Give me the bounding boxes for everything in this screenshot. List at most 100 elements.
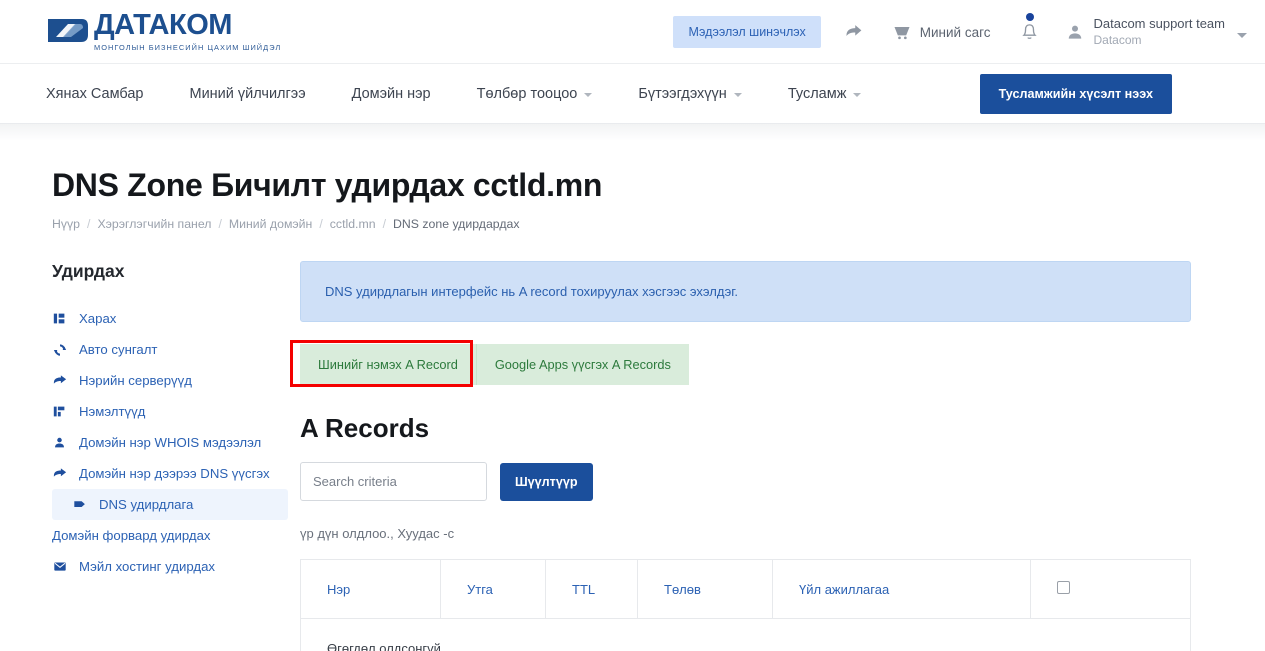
chevron-down-icon — [853, 93, 862, 97]
breadcrumb-item-client-area[interactable]: Хэрэглэгчийн панел — [97, 217, 211, 231]
cart-icon — [894, 27, 910, 40]
nav-label: Домэйн нэр — [351, 85, 431, 102]
refresh-icon — [52, 343, 67, 357]
sidebar-item-addons[interactable]: Нэмэлтүүд — [52, 396, 300, 427]
sidebar-item-nameservers[interactable]: Нэрийн серверүүд — [52, 365, 300, 396]
sidebar-item-label: Домэйн нэр дээрээ DNS үүсгэх — [79, 466, 270, 481]
sidebar-item-domain-forward[interactable]: Домэйн форвард удирдах — [52, 520, 300, 551]
chevron-down-icon — [584, 93, 593, 97]
page-container: DNS Zone Бичилт удирдах cctld.mn Нүүр / … — [0, 167, 1265, 651]
open-support-request-button[interactable]: Тусламжийн хүсэлт нээх — [979, 73, 1172, 114]
nav-item-list: Хянах Самбар Миний үйлчилгээ Домэйн нэр … — [46, 86, 884, 102]
column-header-ttl[interactable]: TTL — [545, 559, 638, 619]
section-title: A Records — [300, 413, 430, 443]
column-header-value[interactable]: Утга — [440, 559, 546, 619]
sidebar-item-dns-management[interactable]: DNS удирдлага — [52, 489, 288, 520]
nav-label: Миний үйлчилгээ — [189, 85, 306, 102]
breadcrumb-item-home[interactable]: Нүүр — [52, 217, 80, 231]
sidebar-item-auto-renew[interactable]: Авто сунгалт — [52, 334, 300, 365]
sidebar-item-label: Домэйн форвард удирдах — [52, 528, 211, 543]
breadcrumb-item-my-domains[interactable]: Миний домэйн — [229, 217, 312, 231]
column-header-select — [1030, 559, 1191, 619]
search-row: Шүүлтүүр — [300, 462, 1191, 501]
breadcrumb-separator: / — [319, 217, 323, 231]
a-records-table: Нэр Утга TTL Төлөв Үйл ажиллагаа Өгөгдөл… — [300, 559, 1191, 651]
brand-logo[interactable]: ДАТАКОМ МОНГОЛЫН БИЗНЕСИЙН ЦАХИМ ШИЙДЭЛ — [46, 11, 281, 52]
sidebar: Удирдах Харах Авто сунгалт Нэрийн сервер… — [0, 261, 300, 651]
sidebar-item-overview[interactable]: Харах — [52, 303, 300, 334]
user-org: Datacom — [1093, 32, 1142, 47]
main-nav: Хянах Самбар Миний үйлчилгээ Домэйн нэр … — [0, 64, 1265, 124]
breadcrumb-item-domain[interactable]: cctld.mn — [330, 217, 376, 231]
breadcrumb-item-current: DNS zone удирдардах — [392, 217, 520, 231]
sidebar-item-label: Нэмэлтүүд — [79, 404, 146, 419]
sidebar-item-whois[interactable]: Домэйн нэр WHOIS мэдээлэл — [52, 427, 300, 458]
sidebar-item-label: Харах — [79, 311, 117, 326]
select-all-checkbox[interactable] — [1057, 581, 1070, 594]
layers-icon — [52, 405, 67, 418]
user-avatar-icon — [1069, 25, 1082, 39]
result-count-note: үр дүн олдлоо., Хуудас -с — [300, 526, 455, 541]
breadcrumb-separator: / — [87, 217, 91, 231]
person-icon — [52, 436, 67, 449]
sidebar-item-label: Авто сунгалт — [79, 342, 158, 357]
a-record-action-buttons: Шинийг нэмэх A Record Google Apps үүсгэх… — [290, 340, 689, 387]
nav-label: Төлбөр тооцоо — [476, 85, 578, 102]
user-name: Datacom support team — [1093, 16, 1225, 32]
empty-message: Өгөгдөл олдсонгүй — [300, 618, 1191, 651]
nav-item-dashboard[interactable]: Хянах Самбар — [46, 86, 166, 102]
search-input[interactable] — [300, 462, 487, 501]
page-header: DNS Zone Бичилт удирдах cctld.mn Нүүр / … — [52, 167, 1265, 231]
sidebar-item-label: Домэйн нэр WHOIS мэдээлэл — [79, 435, 262, 450]
table-empty-row: Өгөгдөл олдсонгүй — [300, 618, 1191, 651]
sidebar-item-label: Нэрийн серверүүд — [79, 373, 192, 388]
nav-item-products[interactable]: Бүтээгдэхүүн — [615, 86, 764, 102]
sidebar-item-label: Мэйл хостинг удирдах — [79, 559, 215, 574]
main-content: DNS удирдлагын интерфейс нь A record тох… — [290, 261, 1265, 651]
refresh-data-button[interactable]: Мэдээлэл шинэчлэх — [673, 16, 821, 48]
flag-icon — [72, 498, 87, 511]
create-google-apps-a-records-button[interactable]: Google Apps үүсгэх A Records — [476, 344, 689, 385]
my-cart-link[interactable]: Миний сагс — [892, 22, 991, 42]
nav-label: Хянах Самбар — [46, 85, 144, 102]
top-bar-actions: Мэдээлэл шинэчлэх Миний сагс Datacom sup… — [673, 0, 1247, 64]
bell-icon — [1022, 24, 1038, 39]
brand-name: ДАТАКОМ — [94, 9, 232, 41]
top-bar: ДАТАКОМ МОНГОЛЫН БИЗНЕСИЙН ЦАХИМ ШИЙДЭЛ … — [0, 0, 1265, 64]
table-header-row: Нэр Утга TTL Төлөв Үйл ажиллагаа — [300, 559, 1191, 619]
info-alert: DNS удирдлагын интерфейс нь A record тох… — [300, 261, 1191, 322]
add-new-a-record-button[interactable]: Шинийг нэмэх A Record — [300, 344, 477, 385]
breadcrumb-separator: / — [218, 217, 222, 231]
chevron-down-icon — [733, 93, 742, 97]
mail-icon — [52, 560, 67, 573]
nav-item-domains[interactable]: Домэйн нэр — [329, 86, 454, 102]
share-icon[interactable] — [843, 22, 864, 43]
sidebar-item-label: DNS удирдлага — [99, 497, 194, 512]
nav-item-support[interactable]: Тусламж — [765, 86, 885, 102]
breadcrumb: Нүүр / Хэрэглэгчийн панел / Миний домэйн… — [52, 217, 1265, 231]
notifications-bell[interactable] — [1020, 13, 1039, 42]
arrow-right-icon — [52, 467, 67, 481]
column-header-status[interactable]: Төлөв — [637, 559, 773, 619]
nav-item-my-services[interactable]: Миний үйлчилгээ — [166, 86, 328, 102]
page-title: DNS Zone Бичилт удирдах cctld.mn — [52, 167, 603, 203]
column-header-name[interactable]: Нэр — [300, 559, 441, 619]
content-columns: Удирдах Харах Авто сунгалт Нэрийн сервер… — [0, 261, 1265, 651]
brand-tagline: МОНГОЛЫН БИЗНЕСИЙН ЦАХИМ ШИЙДЭЛ — [94, 43, 282, 52]
notification-dot — [1026, 13, 1035, 21]
my-cart-label: Миний сагс — [919, 24, 991, 40]
chevron-down-icon[interactable] — [1237, 32, 1247, 38]
sidebar-title: Удирдах — [52, 261, 125, 281]
sidebar-item-mail-hosting[interactable]: Мэйл хостинг удирдах — [52, 551, 300, 582]
filter-button[interactable]: Шүүлтүүр — [500, 462, 593, 501]
nav-label: Бүтээгдэхүүн — [638, 85, 727, 102]
nav-item-billing[interactable]: Төлбөр тооцоо — [454, 86, 616, 102]
column-header-action[interactable]: Үйл ажиллагаа — [772, 559, 1031, 619]
datacom-logo-icon — [46, 15, 90, 48]
user-menu[interactable]: Datacom support team Datacom — [1065, 16, 1247, 47]
sidebar-item-create-dns[interactable]: Домэйн нэр дээрээ DNS үүсгэх — [52, 458, 300, 489]
breadcrumb-separator: / — [382, 217, 386, 231]
columns-icon — [52, 312, 67, 325]
header-gradient-divider — [0, 124, 1265, 141]
nav-label: Тусламж — [787, 85, 847, 102]
